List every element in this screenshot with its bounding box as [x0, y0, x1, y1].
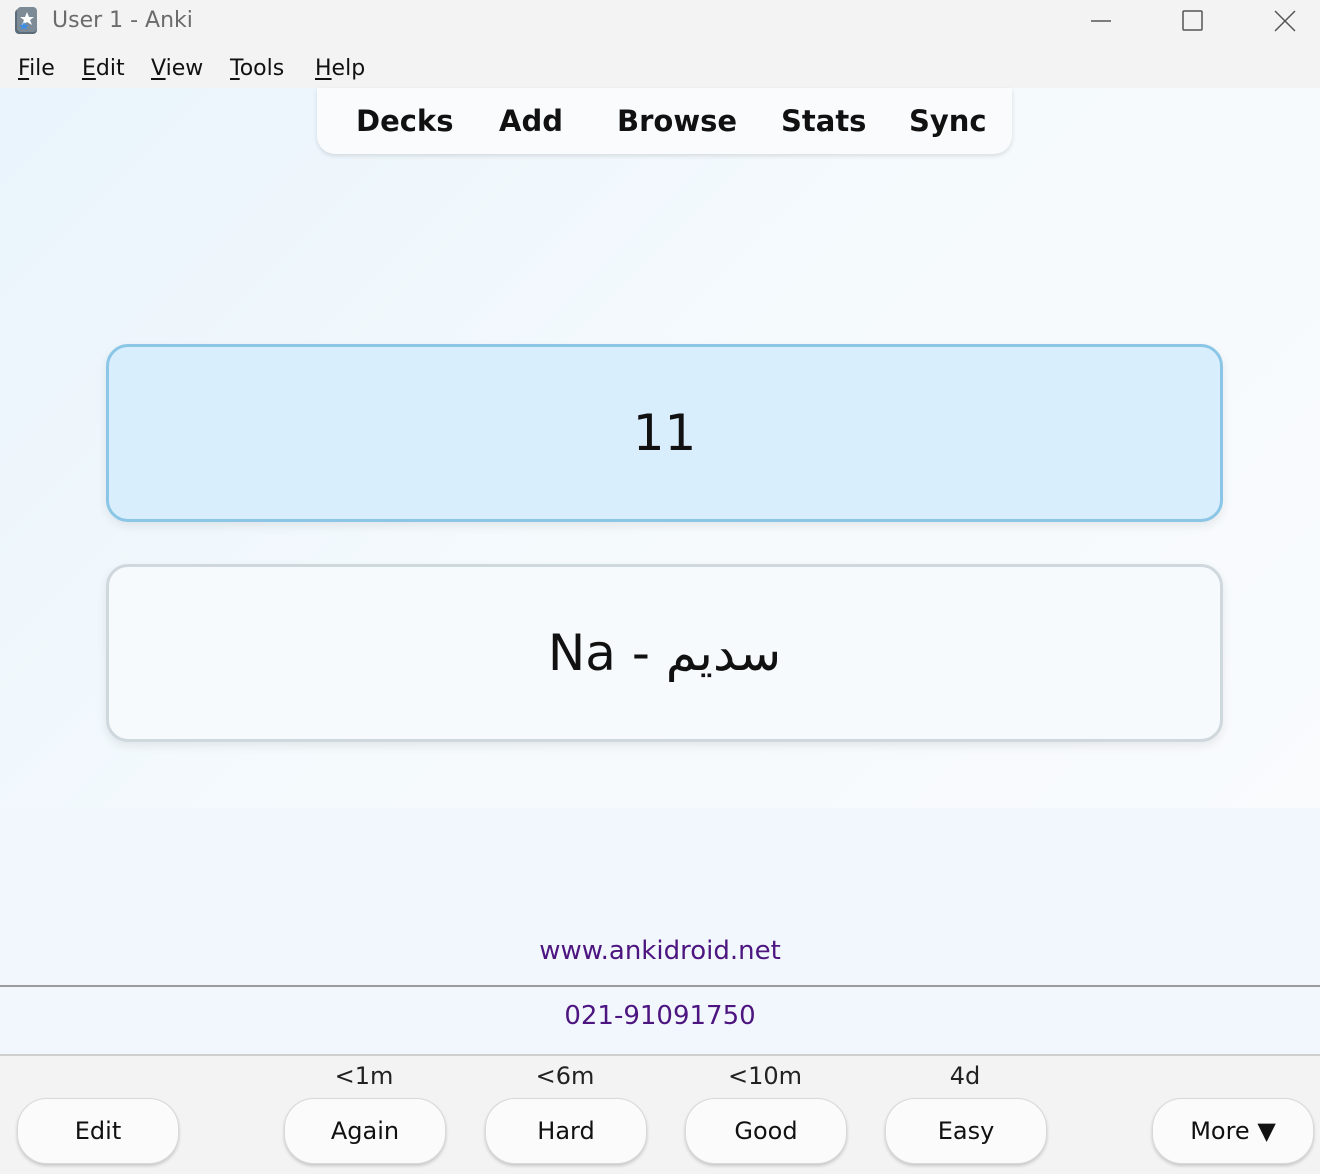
card-footer: www.ankidroid.net 021-91091750	[0, 808, 1320, 1054]
good-interval: <10m	[727, 1062, 803, 1090]
toolbar-add[interactable]: Add	[499, 104, 563, 138]
good-button[interactable]: Good	[685, 1098, 847, 1164]
website-link[interactable]: www.ankidroid.net	[0, 936, 1320, 966]
edit-button[interactable]: Edit	[17, 1098, 179, 1164]
phone-number: 021-91091750	[564, 1001, 756, 1031]
hard-interval: <6m	[535, 1062, 595, 1090]
again-interval: <1m	[334, 1062, 394, 1090]
easy-button[interactable]: Easy	[885, 1098, 1047, 1164]
hard-button[interactable]: Hard	[485, 1098, 647, 1164]
card-back-text: Na - سدیم	[547, 624, 782, 682]
divider	[0, 985, 1320, 987]
easy-interval: 4d	[949, 1062, 981, 1090]
menu-file[interactable]: File	[18, 56, 55, 81]
close-button[interactable]	[1262, 4, 1308, 38]
top-toolbar: Decks Add Browse Stats Sync	[317, 88, 1012, 154]
menu-help[interactable]: Help	[315, 56, 365, 81]
close-icon	[1274, 10, 1296, 32]
title-bar: User 1 - Anki	[0, 0, 1320, 44]
answer-bar: Edit <1m Again <6m Hard <10m Good 4d Eas…	[0, 1054, 1320, 1174]
again-button[interactable]: Again	[284, 1098, 446, 1164]
minimize-icon	[1091, 20, 1111, 22]
toolbar-browse[interactable]: Browse	[617, 104, 737, 138]
more-button[interactable]: More ▼	[1152, 1098, 1314, 1164]
maximize-icon	[1182, 10, 1203, 31]
menu-edit[interactable]: Edit	[82, 56, 125, 81]
toolbar-stats[interactable]: Stats	[781, 104, 866, 138]
card-front: 11	[106, 344, 1223, 522]
toolbar-decks[interactable]: Decks	[356, 104, 453, 138]
card-front-text: 11	[632, 404, 697, 462]
window-title: User 1 - Anki	[52, 8, 193, 33]
menu-bar: File Edit View Tools Help	[0, 52, 1320, 88]
menu-view[interactable]: View	[151, 56, 203, 81]
toolbar-sync[interactable]: Sync	[909, 104, 987, 138]
anki-app-icon	[15, 7, 37, 34]
review-area: Decks Add Browse Stats Sync 11 Na - سدیم	[0, 88, 1320, 808]
minimize-button[interactable]	[1078, 4, 1124, 38]
menu-tools[interactable]: Tools	[230, 56, 284, 81]
maximize-button[interactable]	[1169, 4, 1215, 38]
card-back: Na - سدیم	[106, 564, 1223, 742]
